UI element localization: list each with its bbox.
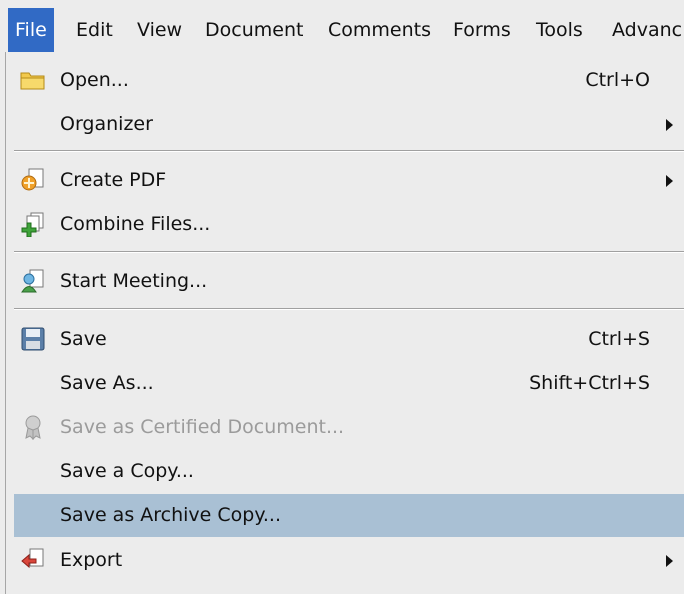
menu-item-label: Save as Archive Copy...: [60, 504, 281, 526]
menu-item-export[interactable]: Export: [14, 539, 684, 582]
submenu-arrow-icon: [666, 555, 673, 567]
menu-item-label: Start Meeting...: [60, 270, 208, 292]
folder-icon: [20, 67, 46, 93]
menu-item-create-pdf[interactable]: Create PDF: [14, 159, 684, 202]
menu-item-label: Open...: [60, 69, 129, 91]
menu-item-save-as-certified: Save as Certified Document...: [14, 406, 684, 449]
menu-item-label: Combine Files...: [60, 213, 211, 235]
menu-document[interactable]: Document: [198, 8, 310, 52]
menu-item-save[interactable]: Save Ctrl+S: [14, 318, 684, 361]
menu-bar: File Edit View Document Comments Forms T…: [0, 0, 684, 52]
menu-view[interactable]: View: [130, 8, 189, 52]
create-pdf-icon: [20, 167, 46, 193]
menu-item-label: Create PDF: [60, 169, 167, 191]
certificate-ribbon-icon: [20, 414, 46, 441]
menu-forms[interactable]: Forms: [446, 8, 518, 52]
menu-item-label: Save a Copy...: [60, 460, 194, 482]
menu-item-label: Save: [60, 328, 107, 350]
menu-item-organizer[interactable]: Organizer: [14, 103, 684, 146]
menu-item-shortcut: Shift+Ctrl+S: [529, 372, 650, 394]
floppy-disk-icon: [20, 326, 46, 352]
menu-item-save-as-archive-copy[interactable]: Save as Archive Copy...: [14, 494, 684, 537]
menu-item-shortcut: Ctrl+S: [588, 328, 650, 350]
menu-tools[interactable]: Tools: [529, 8, 590, 52]
menu-item-label: Export: [60, 549, 123, 571]
menu-item-shortcut: Ctrl+O: [585, 69, 650, 91]
submenu-arrow-icon: [666, 175, 673, 187]
menu-file[interactable]: File: [8, 8, 54, 52]
export-icon: [20, 547, 46, 573]
menu-separator: [14, 308, 684, 310]
acrobat-window: File Edit View Document Comments Forms T…: [0, 0, 684, 594]
menu-advanced[interactable]: Advanc: [605, 8, 684, 52]
menu-item-save-a-copy[interactable]: Save a Copy...: [14, 450, 684, 493]
meeting-icon: [20, 268, 46, 294]
file-menu-dropdown: Open... Ctrl+O Organizer Create PDF Comb…: [5, 52, 684, 594]
menu-edit[interactable]: Edit: [69, 8, 120, 52]
menu-comments[interactable]: Comments: [321, 8, 438, 52]
menu-item-label: Organizer: [60, 113, 153, 135]
menu-item-combine-files[interactable]: Combine Files...: [14, 203, 684, 246]
menu-item-start-meeting[interactable]: Start Meeting...: [14, 260, 684, 303]
combine-files-icon: [20, 211, 46, 238]
menu-item-save-as[interactable]: Save As... Shift+Ctrl+S: [14, 362, 684, 405]
menu-separator: [14, 251, 684, 253]
menu-item-label: Save As...: [60, 372, 154, 394]
menu-item-label: Save as Certified Document...: [60, 416, 345, 438]
submenu-arrow-icon: [666, 119, 673, 131]
menu-separator: [14, 150, 684, 152]
menu-item-open[interactable]: Open... Ctrl+O: [14, 59, 684, 102]
